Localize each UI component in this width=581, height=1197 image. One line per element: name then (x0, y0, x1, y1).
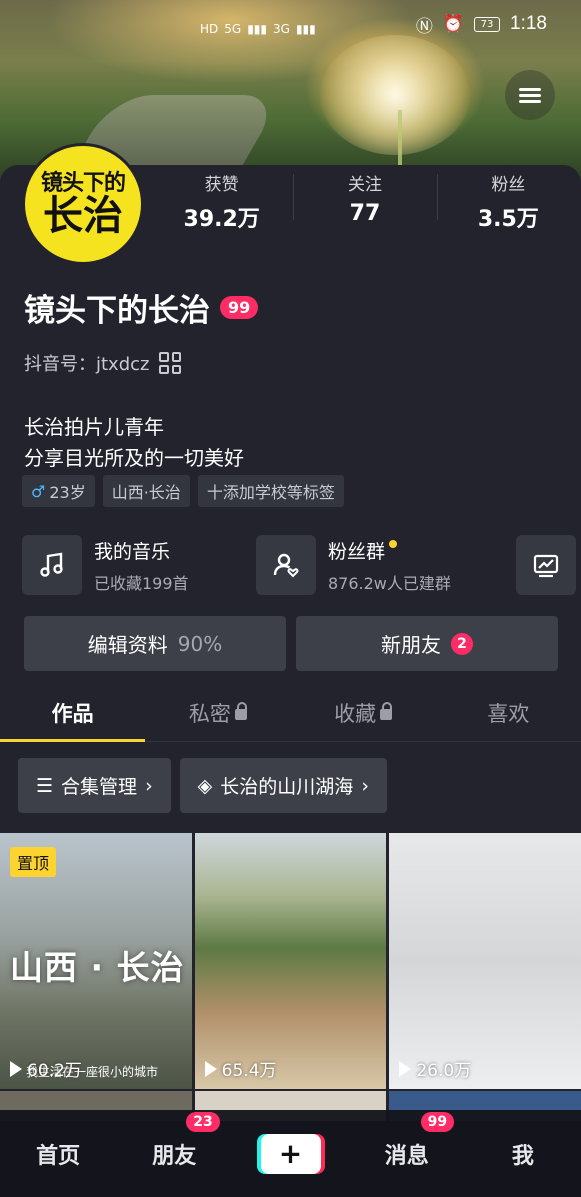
feature-title: 我的音乐 (94, 540, 171, 563)
tab-private[interactable]: 私密 (145, 690, 290, 741)
stat-label: 关注 (347, 175, 382, 195)
plus-icon: + (260, 1133, 321, 1174)
avatar-logo-text-main: 长治 (43, 192, 123, 239)
feature-subtitle: 876.2w人已建群 (328, 573, 451, 593)
action-buttons: 编辑资料 90% 新朋友 2 (24, 616, 558, 671)
lock-icon (234, 702, 247, 720)
douyin-id: 抖音号：jtxdcz (24, 354, 150, 375)
new-friends-badge: 2 (451, 632, 473, 655)
alarm-icon: ⏰ (442, 14, 465, 34)
add-school-tag[interactable]: 十添加学校等标签 (197, 475, 344, 507)
creator-center-entry[interactable] (516, 535, 576, 595)
new-friends-label: 新朋友 (381, 633, 441, 657)
play-icon (204, 1060, 217, 1077)
nav-messages[interactable]: 消息 99 (349, 1111, 465, 1170)
hd-indicator: HD (200, 22, 219, 36)
following-stat[interactable]: 关注 77 (293, 170, 436, 233)
stat-label: 粉丝 (491, 175, 526, 195)
music-note-icon (22, 535, 82, 595)
battery-icon: 73 (474, 16, 501, 32)
signal-icon-2: ▮▮▮ (295, 22, 316, 36)
nav-me[interactable]: 我 (465, 1138, 581, 1170)
3g-indicator: 3G (273, 22, 290, 36)
play-icon (399, 1060, 412, 1077)
play-count: 65.4万 (204, 1056, 277, 1081)
video-thumbnail[interactable]: 26.0万 (389, 833, 581, 1089)
stat-value: 77 (349, 201, 381, 226)
new-friends-button[interactable]: 新朋友 2 (296, 616, 558, 671)
play-count: 26.0万 (399, 1056, 471, 1081)
fans-group-entry[interactable]: 粉丝群 876.2w人已建群 (256, 535, 451, 595)
chart-icon (516, 535, 576, 595)
content-tabs: 作品 私密 收藏 喜欢 (0, 690, 581, 742)
chevron-right-icon: › (145, 774, 153, 797)
feature-title: 粉丝群 (328, 540, 386, 563)
video-overlay-title: 山西 · 长治 (10, 948, 185, 987)
likes-stat[interactable]: 获赞 39.2万 (150, 170, 293, 233)
location-tag: 山西·长治 (102, 475, 190, 507)
new-dot (389, 540, 398, 548)
feature-subtitle: 已收藏199首 (94, 573, 189, 593)
pinned-badge: 置顶 (10, 847, 57, 877)
user-heart-icon (256, 535, 316, 595)
edit-profile-button[interactable]: 编辑资料 90% (24, 616, 286, 671)
list-icon: ☰ (36, 774, 54, 797)
play-count: 60.2万 (10, 1056, 82, 1081)
layers-icon: ◈ (197, 774, 213, 797)
chevron-right-icon: › (361, 774, 369, 797)
feature-row: 我的音乐 已收藏199首 粉丝群 876.2w人已建群 (22, 535, 581, 597)
cover-dandelion-stem (398, 110, 402, 170)
video-thumbnail[interactable]: 置顶 山西 · 长治 我生活在一座很小的城市 60.2万 (0, 833, 192, 1089)
tab-likes[interactable]: 喜欢 (436, 690, 581, 741)
profile-completion: 90% (177, 631, 223, 656)
my-music-entry[interactable]: 我的音乐 已收藏199首 (22, 535, 189, 595)
male-icon: ♂ (31, 481, 46, 501)
followers-stat[interactable]: 粉丝 3.5万 (436, 170, 580, 233)
bio-line: 长治拍片儿青年 (24, 415, 164, 439)
hamburger-icon (519, 85, 541, 106)
gender-age-tag: ♂ 23岁 (22, 475, 95, 507)
friends-badge: 23 (186, 1111, 220, 1132)
profile-stats: 获赞 39.2万 关注 77 粉丝 3.5万 (150, 170, 580, 233)
profile-name: 镜头下的长治 (24, 293, 210, 329)
video-thumbnail[interactable]: 65.4万 (194, 833, 387, 1089)
stat-value: 3.5万 (477, 207, 539, 232)
signal-icon: ▮▮▮ (247, 22, 268, 36)
nav-home[interactable]: 首页 (0, 1138, 116, 1170)
play-icon (10, 1060, 22, 1077)
qr-code-icon[interactable] (159, 352, 182, 374)
douyin-id-row[interactable]: 抖音号：jtxdcz (24, 350, 182, 376)
signal-indicators: HD 5G ▮▮▮ 3G ▮▮▮ (200, 22, 316, 36)
profile-name-row: 镜头下的长治 99 (24, 285, 259, 330)
edit-profile-label: 编辑资料 (87, 633, 168, 657)
video-grid: 置顶 山西 · 长治 我生活在一座很小的城市 60.2万 65.4万 26.0万 (0, 833, 581, 1103)
5g-indicator: 5G (224, 22, 242, 36)
stat-label: 获赞 (204, 175, 239, 195)
nav-create[interactable]: + (232, 1133, 348, 1174)
tab-works[interactable]: 作品 (0, 690, 146, 742)
nfc-icon: Ⓝ (415, 16, 433, 37)
menu-button[interactable] (505, 70, 555, 120)
level-badge[interactable]: 99 (220, 296, 259, 319)
collection-button[interactable]: ◈ 长治的山川湖海 › (179, 758, 387, 813)
avatar[interactable]: 镜头下的 长治 (22, 143, 144, 265)
profile-bio: 长治拍片儿青年 分享目光所及的一切美好 (24, 412, 244, 474)
avatar-logo-text: 镜头下的 (40, 170, 126, 196)
collection-chips: ☰ 合集管理 › ◈ 长治的山川湖海 › (18, 758, 387, 813)
bottom-navigation: 首页 朋友 23 + 消息 99 我 (0, 1110, 581, 1197)
profile-tags: ♂ 23岁 山西·长治 十添加学校等标签 (22, 475, 344, 507)
nav-friends[interactable]: 朋友 23 (116, 1111, 232, 1170)
messages-badge: 99 (420, 1111, 455, 1132)
lock-icon (380, 702, 393, 720)
bio-line: 分享目光所及的一切美好 (24, 446, 244, 470)
status-time: 1:18 (510, 13, 547, 34)
stat-value: 39.2万 (183, 207, 260, 232)
cover-dandelion (320, 35, 470, 155)
tab-favorites[interactable]: 收藏 (291, 690, 436, 741)
collection-manage-button[interactable]: ☰ 合集管理 › (18, 758, 171, 813)
